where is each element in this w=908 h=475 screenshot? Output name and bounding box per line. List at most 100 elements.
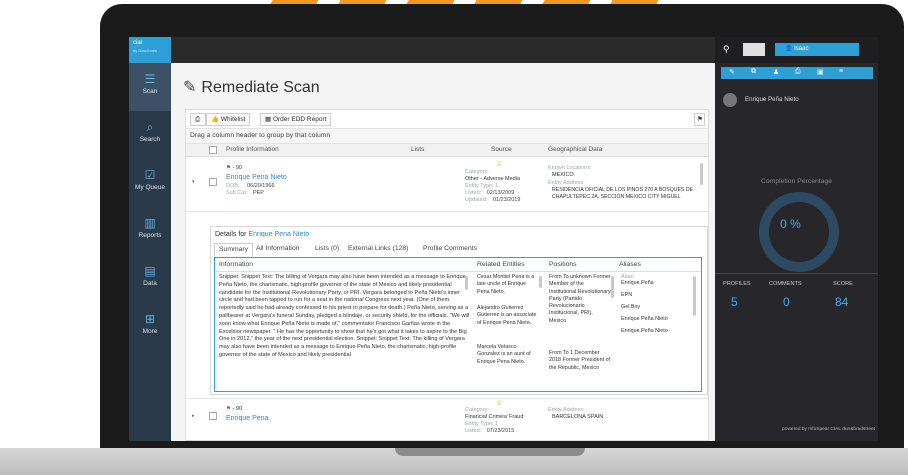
- col-geographical-data[interactable]: Geographical Data: [548, 146, 602, 153]
- nav-item-search[interactable]: ⌕ Search: [129, 111, 171, 159]
- user-icon[interactable]: ♟: [773, 68, 779, 76]
- nav-item-reports[interactable]: ▥ Reports: [129, 207, 171, 255]
- print-icon: ⎙: [195, 116, 201, 123]
- entity-type-line: Entity Type: 1: [465, 183, 498, 189]
- group-by-hint[interactable]: Drag a column header to group by that co…: [186, 129, 708, 144]
- entity-type-value: 1: [495, 421, 499, 427]
- known-locations-value: MEXICO: [552, 172, 574, 178]
- magic-wand-icon: ✎: [183, 79, 197, 96]
- entity-address-value: RESIDENCIA OFICIAL DE LOS PINOS 270 A BO…: [552, 187, 694, 200]
- list-icon: ☰: [144, 72, 156, 86]
- alias-item: Enrique Peña Nieto: [621, 328, 668, 334]
- list-icon[interactable]: ≡: [839, 68, 843, 75]
- app-screen: cial by DowJones ☰ Scan ⌕ Search ☑ My Qu…: [129, 37, 878, 441]
- action-icon-bar[interactable]: ✎ ⧉ ♟ ⎙ ▣ ≡: [721, 67, 873, 79]
- calendar-icon[interactable]: ▣: [817, 68, 824, 76]
- page-title: ✎ Remediate Scan: [183, 77, 320, 97]
- entity-address-value: BARCELONA SPAIN: [552, 414, 604, 420]
- score-label: SCORE: [833, 281, 853, 287]
- entities-scrollbar[interactable]: [539, 276, 542, 288]
- select-all-checkbox[interactable]: [209, 146, 217, 154]
- tab-external-links[interactable]: External Links (128): [344, 243, 412, 255]
- print-icon[interactable]: ⎙: [795, 68, 801, 76]
- brand-subtitle: by DowJones: [133, 48, 158, 53]
- header-divider: [215, 271, 701, 272]
- information-text: Snippet: Snippet Text: The billing of Ve…: [219, 274, 470, 358]
- dob-line: DOB: 06/20/1966: [226, 183, 275, 189]
- col-source[interactable]: Source: [491, 146, 512, 153]
- checkbox-icon: ☑: [144, 168, 156, 182]
- details-panel: Details for Enrique Pena Nieto Summary A…: [210, 226, 708, 395]
- order-edd-label: Order EDD Report: [272, 116, 327, 123]
- user-menu[interactable]: 👤 Isaac: [775, 43, 859, 56]
- alias-item: Enrique Peña Nieto: [621, 316, 668, 322]
- main-content: ✎ Remediate Scan ⎙ 👍 Whitelist ▦ Order ED…: [171, 63, 715, 441]
- dob-value: 06/20/1966: [246, 183, 275, 189]
- tab-lists[interactable]: Lists (0): [311, 243, 343, 255]
- col-lists[interactable]: Lists: [411, 146, 424, 153]
- flag-icon: ⚑: [226, 165, 231, 171]
- expand-caret-icon[interactable]: ▸: [192, 413, 195, 419]
- cell-scrollbar[interactable]: [700, 163, 703, 185]
- brand-name: cial: [133, 40, 143, 46]
- nav-item-my-queue[interactable]: ☑ My Queue: [129, 159, 171, 207]
- information-scrollbar[interactable]: [465, 276, 468, 290]
- risk-score: ⚑ - 90: [226, 165, 242, 171]
- details-name-link[interactable]: Enrique Pena Nieto: [248, 231, 309, 238]
- listed-value: 07/23/2015: [486, 428, 515, 434]
- category-label: Category:: [465, 169, 489, 175]
- results-grid: ⎙ 👍 Whitelist ▦ Order EDD Report ⚑ Drag …: [185, 109, 709, 441]
- profile-name-link[interactable]: Enrique Pena Nieto: [226, 174, 287, 181]
- tab-profile-comments[interactable]: Profile Comments: [419, 243, 481, 255]
- completion-value: 0 %: [780, 217, 801, 231]
- aliases-scrollbar[interactable]: [693, 276, 696, 316]
- listed-label: Listed:: [465, 428, 482, 434]
- completion-ring: [759, 192, 839, 272]
- whitelist-button[interactable]: 👍 Whitelist: [206, 113, 251, 126]
- expand-caret-icon[interactable]: ▾: [192, 179, 195, 185]
- profile-name-link[interactable]: Enrique Pena: [226, 415, 268, 422]
- flag-button[interactable]: ⚑: [694, 113, 705, 126]
- nav-label: Reports: [138, 232, 162, 239]
- nav-label: Data: [143, 280, 157, 287]
- print-button[interactable]: ⎙: [190, 113, 206, 126]
- nav-item-data[interactable]: ▤ Data: [129, 255, 171, 303]
- order-edd-button[interactable]: ▦ Order EDD Report: [260, 113, 332, 126]
- profiles-label: PROFILES: [723, 281, 751, 287]
- mail-button[interactable]: [743, 43, 765, 56]
- updated-line: Updated: 01/23/2019: [465, 197, 520, 203]
- category-value: Financial Crimes/ Fraud: [465, 414, 524, 420]
- alias-item: Enrique Peña: [621, 280, 654, 286]
- nav-item-more[interactable]: ⊞ More: [129, 303, 171, 351]
- table-row[interactable]: ▾ ⚑ - 90 Enrique Pena Nieto DOB: 06/20/1…: [186, 157, 708, 212]
- binoculars-icon: ⌕: [146, 120, 154, 134]
- page-title-text: Remediate Scan: [201, 79, 320, 96]
- nav-label: More: [142, 328, 158, 335]
- brand-logo[interactable]: cial by DowJones: [129, 37, 171, 63]
- category-label: Category:: [465, 407, 489, 413]
- col-profile-information[interactable]: Profile Information: [226, 146, 279, 153]
- edit-icon[interactable]: ✎: [729, 68, 735, 76]
- nav-item-scan[interactable]: ☰ Scan: [129, 63, 171, 111]
- tab-all-information[interactable]: All Information: [252, 243, 303, 255]
- related-entity-item: Alejandro Gutierrez Gutierrez is an asso…: [477, 305, 537, 326]
- completion-label: Completion Percentage: [760, 178, 833, 185]
- laptop-notch: [395, 448, 585, 456]
- summary-content: Information Related Entities Positions A…: [214, 257, 702, 392]
- positions-scrollbar[interactable]: [611, 276, 614, 298]
- database-icon: ▤: [144, 264, 156, 278]
- flag-icon: ⚑: [697, 116, 703, 123]
- copy-icon[interactable]: ⧉: [751, 68, 756, 76]
- tab-summary[interactable]: Summary: [214, 243, 254, 257]
- table-row[interactable]: ▸ ⚑ - 90 Enrique Pena ♕ Category: Financ…: [186, 398, 708, 440]
- profile-user-name: Enrique Peña Nieto: [745, 96, 799, 103]
- top-bar: [171, 37, 715, 63]
- row-checkbox[interactable]: [209, 412, 217, 420]
- listed-line: Listed: 07/23/2015: [465, 428, 514, 434]
- search-icon[interactable]: ⚲: [723, 44, 730, 55]
- trophy-icon: ♕: [496, 400, 503, 407]
- row-checkbox[interactable]: [209, 178, 217, 186]
- avatar: [723, 93, 737, 107]
- aliases-header: Aliases: [619, 261, 641, 268]
- alias-item: Gel Boy: [621, 304, 641, 310]
